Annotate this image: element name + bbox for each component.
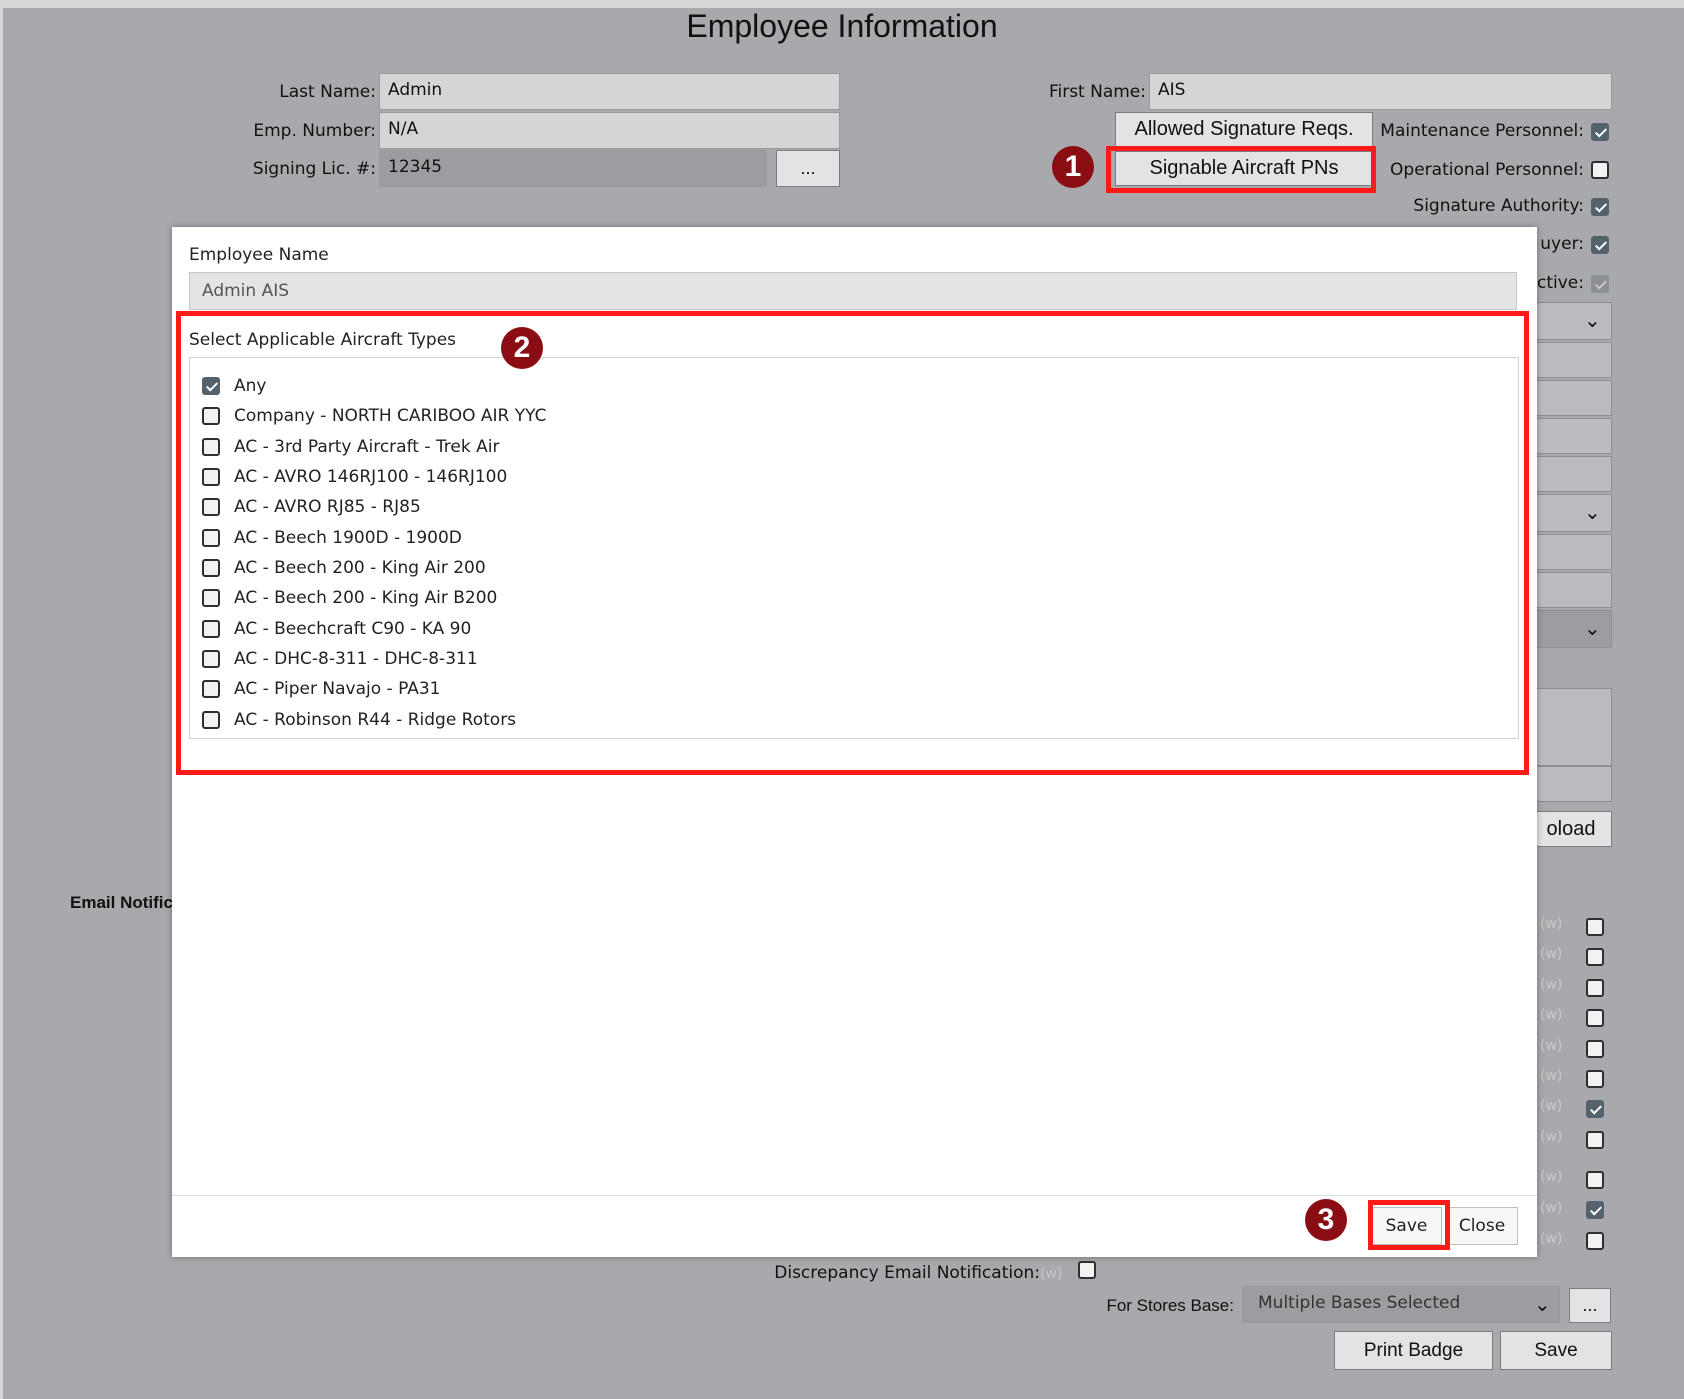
discrepancy-w-label: (w) [1040, 1266, 1063, 1282]
discrepancy-email-checkbox[interactable] [1078, 1261, 1096, 1279]
side-textarea[interactable] [1530, 688, 1612, 766]
side-field-2[interactable] [1530, 380, 1612, 416]
side-field-6[interactable] [1530, 572, 1612, 608]
annotation-badge-1: 1 [1052, 146, 1094, 188]
ghost-w-label: (w) [1540, 977, 1563, 993]
signing-lic-label: Signing Lic. #: [252, 159, 376, 179]
email-notif-checkbox-4[interactable] [1586, 1009, 1604, 1027]
signing-lic-field[interactable]: 12345 [379, 150, 767, 187]
side-field-5[interactable] [1530, 534, 1612, 570]
page-title: Employee Information [686, 8, 998, 44]
side-field-1[interactable] [1530, 342, 1612, 378]
maintenance-personnel-checkbox[interactable] [1591, 123, 1609, 141]
operational-personnel-checkbox[interactable] [1591, 161, 1609, 179]
operational-personnel-label: Operational Personnel: [1390, 160, 1584, 180]
last-name-label: Last Name: [279, 82, 376, 102]
ghost-w-label: (w) [1540, 946, 1563, 962]
chevron-down-icon: ⌄ [1584, 500, 1601, 524]
side-field-3[interactable] [1530, 418, 1612, 454]
stores-base-lookup-button[interactable]: ... [1569, 1288, 1611, 1323]
chevron-down-icon: ⌄ [1534, 1292, 1551, 1316]
annotation-badge-3: 3 [1305, 1199, 1347, 1241]
first-name-label: First Name: [1048, 82, 1146, 102]
email-notif-checkbox-10[interactable] [1586, 1201, 1604, 1219]
buyer-label: uyer: [1540, 234, 1584, 254]
highlight-signable-pns [1106, 146, 1376, 193]
active-label: ctive: [1537, 273, 1584, 293]
upload-button[interactable]: oload [1530, 811, 1612, 847]
annotation-badge-2: 2 [501, 327, 543, 369]
stores-base-select[interactable]: Multiple Bases Selected [1242, 1286, 1560, 1323]
ghost-w-label: (w) [1540, 1068, 1563, 1084]
email-notif-checkbox-5[interactable] [1586, 1040, 1604, 1058]
email-notif-checkbox-2[interactable] [1586, 948, 1604, 966]
email-notif-checkbox-9[interactable] [1586, 1171, 1604, 1189]
email-notif-checkbox-1[interactable] [1586, 918, 1604, 936]
email-notif-checkbox-6[interactable] [1586, 1070, 1604, 1088]
employee-name-field: Admin AIS [189, 272, 1517, 310]
ghost-w-label: (w) [1540, 1098, 1563, 1114]
ghost-w-label: (w) [1540, 1007, 1563, 1023]
print-badge-button[interactable]: Print Badge [1334, 1331, 1493, 1370]
email-notification-label: Email Notific [70, 893, 173, 912]
first-name-field[interactable]: AIS [1149, 73, 1612, 110]
last-name-field[interactable]: Admin [379, 73, 840, 110]
maintenance-personnel-label: Maintenance Personnel: [1380, 121, 1584, 141]
ghost-w-label: (w) [1540, 1231, 1563, 1247]
email-notif-checkbox-3[interactable] [1586, 979, 1604, 997]
side-field-7[interactable] [1530, 766, 1612, 802]
stores-base-label: For Stores Base: [1106, 1296, 1234, 1315]
signature-authority-label: Signature Authority: [1413, 196, 1584, 216]
allowed-signature-reqs-button[interactable]: Allowed Signature Reqs. [1115, 112, 1373, 147]
highlight-aircraft-types [176, 311, 1529, 775]
highlight-modal-save [1368, 1200, 1450, 1250]
email-notif-checkbox-11[interactable] [1586, 1232, 1604, 1250]
employee-name-label: Employee Name [189, 245, 329, 265]
discrepancy-email-label: Discrepancy Email Notification: [774, 1263, 1040, 1283]
emp-number-field[interactable]: N/A [379, 112, 840, 149]
modal-close-button[interactable]: Close [1446, 1207, 1518, 1245]
ghost-w-label: (w) [1540, 1038, 1563, 1054]
chevron-down-icon: ⌄ [1584, 308, 1601, 332]
ghost-w-label: (w) [1540, 1169, 1563, 1185]
ghost-w-label: (w) [1540, 916, 1563, 932]
emp-number-label: Emp. Number: [253, 121, 376, 141]
ghost-w-label: (w) [1540, 1200, 1563, 1216]
active-checkbox [1591, 275, 1609, 293]
upload-button-label: oload [1546, 817, 1596, 840]
page-save-button[interactable]: Save [1500, 1331, 1612, 1370]
signing-lic-lookup-button[interactable]: ... [776, 150, 840, 187]
left-border [0, 0, 3, 1399]
top-border [0, 0, 1684, 8]
modal-footer-divider [172, 1195, 1537, 1196]
signature-authority-checkbox[interactable] [1591, 198, 1609, 216]
email-notif-checkbox-8[interactable] [1586, 1131, 1604, 1149]
buyer-checkbox[interactable] [1591, 236, 1609, 254]
side-field-4[interactable] [1530, 456, 1612, 492]
chevron-down-icon: ⌄ [1584, 616, 1601, 640]
ghost-w-label: (w) [1540, 1129, 1563, 1145]
email-notif-checkbox-7[interactable] [1586, 1100, 1604, 1118]
